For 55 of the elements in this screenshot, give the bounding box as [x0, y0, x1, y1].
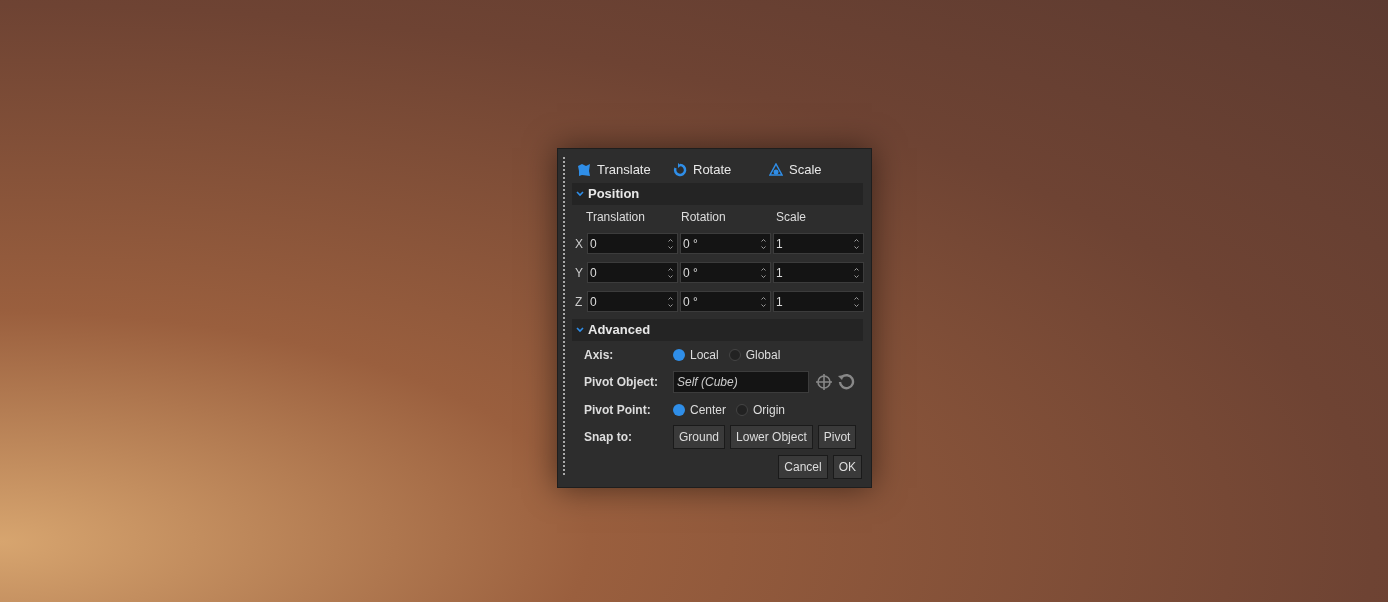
section-header[interactable]: Position — [572, 183, 863, 205]
spinner-arrows-icon — [854, 237, 859, 250]
radio-button[interactable] — [736, 403, 749, 416]
rotate-icon — [673, 163, 687, 177]
section-title: Position — [588, 185, 640, 204]
crosshair-icon[interactable] — [815, 373, 833, 391]
axis-label: X — [575, 235, 584, 253]
field-label: Snap to: — [584, 428, 633, 446]
field-label: Pivot Object: — [584, 374, 659, 391]
number-field[interactable]: 0 ° — [680, 262, 771, 283]
mode-button[interactable]: Scale — [769, 160, 865, 180]
field-label: Pivot Point: — [584, 401, 652, 419]
spinner-arrows-icon — [854, 266, 859, 279]
column-header: Scale — [776, 209, 808, 226]
spinner-arrows-icon — [668, 237, 673, 250]
number-field[interactable]: 1 — [773, 291, 864, 312]
number-field[interactable]: 0 — [587, 233, 678, 254]
mode-button[interactable]: Translate — [577, 160, 673, 180]
dialog-button[interactable]: OK — [832, 455, 862, 479]
chevron-icon — [576, 327, 584, 333]
column-header: Translation — [586, 209, 646, 226]
reset-icon[interactable] — [837, 373, 855, 391]
spinner-arrows-icon — [668, 295, 673, 308]
axis-label: Z — [575, 293, 584, 311]
snap-button[interactable]: Lower Object — [730, 424, 813, 449]
scale-icon — [769, 163, 783, 177]
field-label: Axis: — [584, 346, 615, 364]
radio-button[interactable] — [673, 348, 685, 361]
column-header: Rotation — [681, 209, 727, 226]
spinner-arrows-icon — [761, 237, 766, 250]
spinner-arrows-icon — [854, 295, 859, 308]
radio-option[interactable]: Origin — [736, 400, 786, 419]
number-field[interactable]: 0 — [587, 262, 678, 283]
spinner-arrows-icon — [761, 295, 766, 308]
section-title: Advanced — [588, 321, 651, 340]
snap-button[interactable]: Ground — [673, 424, 726, 449]
number-field[interactable]: 0 ° — [680, 233, 771, 254]
number-field[interactable]: 1 — [773, 233, 864, 254]
number-field[interactable]: 0 ° — [680, 291, 771, 312]
number-field[interactable]: 1 — [773, 262, 864, 283]
spinner-arrows-icon — [761, 266, 766, 279]
radio-button[interactable] — [673, 403, 685, 416]
chevron-icon — [576, 191, 584, 197]
radio-option[interactable]: Global — [728, 345, 781, 364]
number-field[interactable]: 0 — [587, 291, 678, 312]
section-header[interactable]: Advanced — [572, 319, 863, 341]
mode-button[interactable]: Rotate — [673, 160, 769, 180]
radio-button[interactable] — [728, 348, 741, 361]
snap-button[interactable]: Pivot — [817, 424, 857, 449]
axis-label: Y — [575, 264, 584, 282]
radio-option[interactable]: Local — [673, 345, 719, 364]
pivot-object-field[interactable]: Self (Cube) — [673, 371, 809, 393]
radio-option[interactable]: Center — [673, 400, 727, 419]
spinner-arrows-icon — [668, 266, 673, 279]
dialog-button[interactable]: Cancel — [778, 455, 828, 479]
